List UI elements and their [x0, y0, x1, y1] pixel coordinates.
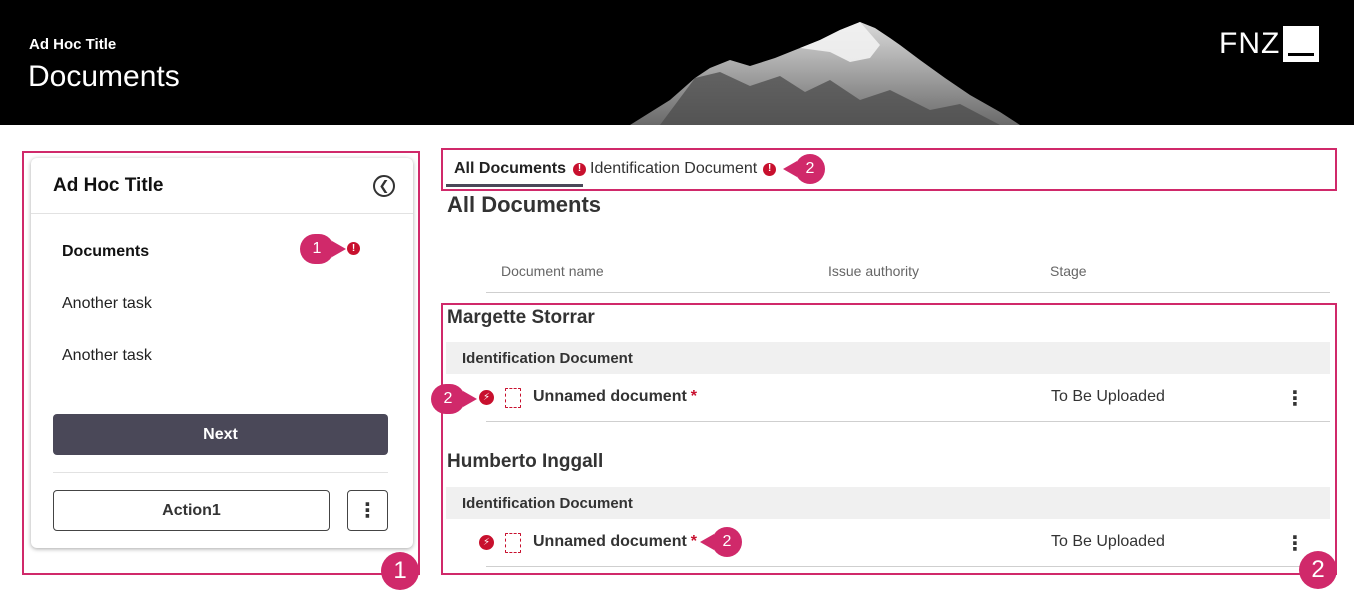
kebab-vertical-icon[interactable]: ⋮ [1285, 531, 1305, 555]
tab-label: All Documents [454, 160, 567, 177]
logo-text: FNZ [1219, 27, 1281, 60]
task-label: Another task [62, 295, 152, 312]
divider [53, 472, 388, 473]
divider [486, 292, 1330, 293]
page-header: Ad Hoc Title Documents FNZ [0, 0, 1354, 125]
required-mark: * [690, 533, 698, 550]
annotation-badge-2: 2 [1299, 551, 1337, 589]
annotation-pin-row2: 2 [700, 527, 742, 557]
document-category: Identification Document [446, 487, 1330, 519]
divider [486, 421, 1330, 422]
bolt-icon: ⚡ [479, 390, 494, 405]
exclamation-circle-icon: ! [763, 162, 777, 176]
tab-label: Identification Document [590, 160, 758, 177]
column-header-document-name[interactable]: Document name [501, 263, 604, 279]
document-stage: To Be Uploaded [1051, 388, 1165, 405]
task-label: Another task [62, 347, 152, 364]
task-item-another-task[interactable]: Another task [62, 295, 152, 313]
mountain-image [630, 22, 1020, 125]
annotation-pin-row1: 2 [431, 384, 477, 414]
header-supertitle: Ad Hoc Title [29, 36, 117, 53]
task-panel: Ad Hoc Title ❮ Documents ! Another task … [31, 158, 413, 548]
annotation-pin-task: 1 [300, 234, 346, 264]
active-tab-indicator [446, 184, 583, 187]
kebab-vertical-icon[interactable]: ⋮ [1285, 386, 1305, 410]
chevron-left-circle-icon[interactable]: ❮ [373, 174, 395, 197]
annotation-badge-1: 1 [381, 552, 419, 590]
exclamation-circle-icon: ! [573, 162, 587, 176]
task-item-another-task[interactable]: Another task [62, 347, 152, 365]
next-button[interactable]: Next [53, 414, 388, 455]
tab-identification-document[interactable]: Identification Document ! [590, 150, 777, 188]
column-header-stage[interactable]: Stage [1050, 263, 1087, 279]
brand-logo: FNZ [1219, 26, 1320, 62]
task-panel-title: Ad Hoc Title [53, 174, 164, 196]
document-category: Identification Document [446, 342, 1330, 374]
annotation-pin-tab: 2 [783, 154, 825, 184]
bolt-icon: ⚡ [479, 535, 494, 550]
page-title: Documents [28, 60, 180, 93]
logo-mark-icon [1283, 26, 1320, 62]
tab-all-documents[interactable]: All Documents ! [454, 150, 587, 188]
task-item-documents[interactable]: Documents [62, 243, 149, 261]
section-title: All Documents [447, 192, 602, 217]
exclamation-circle-icon: ! [347, 242, 360, 255]
kebab-vertical-icon[interactable]: ⋮ [347, 490, 388, 531]
person-name: Humberto Inggall [447, 451, 604, 472]
column-header-issue-authority[interactable]: Issue authority [828, 263, 919, 279]
document-name: Unnamed document [533, 533, 687, 550]
file-dashed-icon [505, 533, 521, 553]
file-dashed-icon [505, 388, 521, 408]
person-name: Margette Storrar [447, 307, 595, 328]
task-panel-header: Ad Hoc Title ❮ [31, 158, 413, 214]
document-stage: To Be Uploaded [1051, 533, 1165, 550]
document-name-link[interactable]: Unnamed document * [533, 388, 697, 406]
task-label: Documents [62, 243, 150, 260]
divider [486, 566, 1330, 567]
action1-button[interactable]: Action1 [53, 490, 330, 531]
required-mark: * [690, 388, 698, 405]
document-name: Unnamed document [533, 388, 687, 405]
document-name-link[interactable]: Unnamed document * [533, 533, 697, 551]
